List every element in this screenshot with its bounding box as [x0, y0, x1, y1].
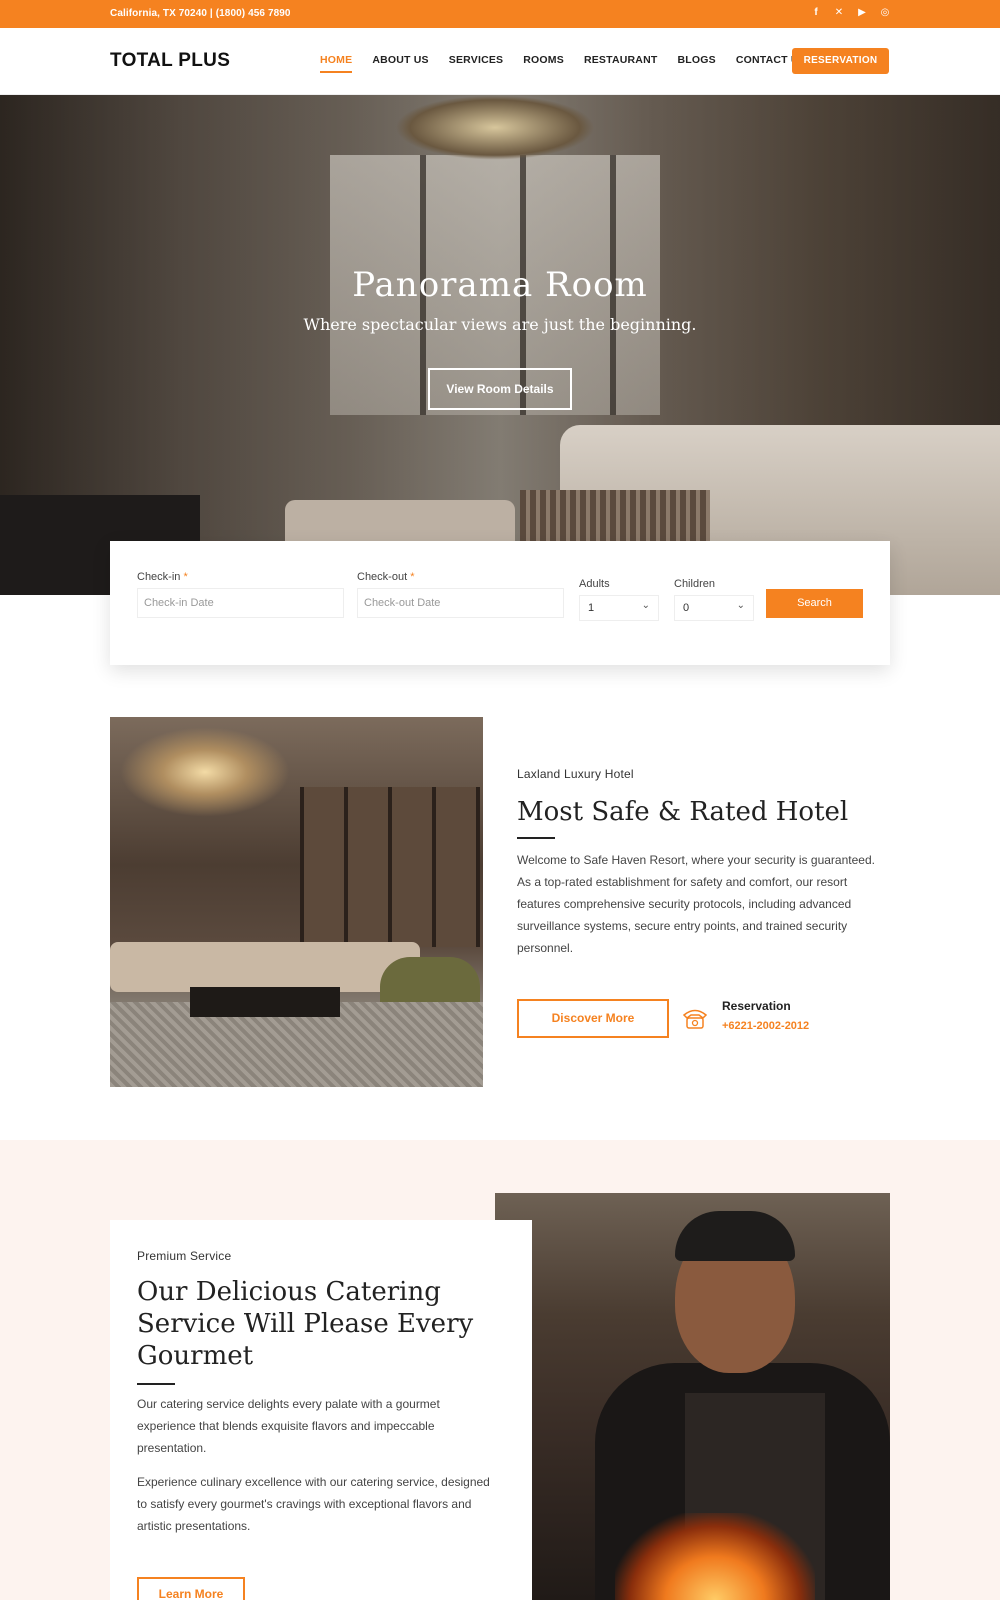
booking-form: Check-in * Check-in Date Check-out * Che… [110, 541, 890, 665]
catering-heading-line: Service Will Please Every [137, 1309, 474, 1339]
chandelier-image [395, 95, 595, 160]
reservation-label: Reservation [722, 999, 791, 1013]
catering-para-1: Our catering service delights every pala… [137, 1397, 440, 1455]
adults-label: Adults [579, 578, 610, 590]
search-button[interactable]: Search [766, 589, 863, 618]
social-links: f ✕ ▶ ◎ [811, 7, 890, 18]
instagram-icon[interactable]: ◎ [880, 7, 890, 18]
youtube-icon[interactable]: ▶ [857, 7, 867, 18]
about-body: Welcome to Safe Haven Resort, where your… [517, 853, 875, 955]
chef-cap-image [675, 1211, 795, 1261]
catering-heading: Our Delicious Catering Service Will Plea… [137, 1276, 517, 1372]
checkout-label: Check-out * [357, 571, 415, 583]
children-select[interactable]: 0 ⌄ [674, 595, 754, 621]
chandelier-image [120, 727, 290, 817]
checkin-date-input[interactable]: Check-in Date [137, 588, 344, 618]
reservation-button[interactable]: RESERVATION [792, 48, 889, 74]
view-room-details-button[interactable]: View Room Details [428, 368, 572, 410]
site-header: TOTAL PLUS HOME ABOUT US SERVICES ROOMS … [0, 28, 1000, 95]
heading-underline [517, 837, 555, 839]
checkin-label: Check-in * [137, 571, 188, 583]
nav-home[interactable]: HOME [320, 54, 353, 73]
fire-image [615, 1513, 815, 1600]
nav-about-us[interactable]: ABOUT US [372, 54, 428, 73]
adults-value: 1 [588, 602, 595, 614]
checkout-date-input[interactable]: Check-out Date [357, 588, 564, 618]
x-icon[interactable]: ✕ [834, 7, 844, 18]
main-nav: HOME ABOUT US SERVICES ROOMS RESTAURANT … [320, 54, 826, 73]
sofa-image [110, 942, 420, 992]
lounge-image [110, 717, 483, 1087]
phone-icon [682, 1009, 708, 1029]
heading-underline [137, 1383, 175, 1385]
learn-more-button[interactable]: Learn More [137, 1577, 245, 1600]
about-kicker: Laxland Luxury Hotel [517, 767, 634, 781]
chevron-down-icon: ⌄ [736, 600, 745, 611]
children-label: Children [674, 578, 715, 590]
coffee-table-image [190, 987, 340, 1017]
top-bar: California, TX 70240 | (1800) 456 7890 f… [0, 0, 1000, 28]
children-value: 0 [683, 602, 690, 614]
hero-banner: Panorama Room Where spectacular views ar… [0, 95, 1000, 595]
catering-kicker: Premium Service [137, 1249, 232, 1263]
contact-address: California, TX 70240 | (1800) 456 7890 [110, 8, 291, 19]
catering-heading-line: Gourmet [137, 1341, 254, 1371]
chevron-down-icon: ⌄ [641, 600, 650, 611]
facebook-icon[interactable]: f [811, 7, 821, 18]
site-logo[interactable]: TOTAL PLUS [110, 50, 230, 72]
nav-blogs[interactable]: BLOGS [678, 54, 716, 73]
discover-more-button[interactable]: Discover More [517, 999, 669, 1038]
nav-restaurant[interactable]: RESTAURANT [584, 54, 658, 73]
glass-panels-image [300, 787, 480, 947]
nav-rooms[interactable]: ROOMS [523, 54, 564, 73]
reservation-phone[interactable]: +6221-2002-2012 [722, 1020, 809, 1032]
catering-card: Premium Service Our Delicious Catering S… [110, 1220, 532, 1600]
catering-heading-line: Our Delicious Catering [137, 1277, 441, 1307]
hero-subtitle: Where spectacular views are just the beg… [303, 315, 697, 334]
adults-select[interactable]: 1 ⌄ [579, 595, 659, 621]
about-heading: Most Safe & Rated Hotel [517, 797, 849, 827]
catering-para-2: Experience culinary excellence with our … [137, 1475, 490, 1533]
nav-services[interactable]: SERVICES [449, 54, 504, 73]
hero-title: Panorama Room [352, 265, 648, 305]
chef-image [495, 1193, 890, 1600]
